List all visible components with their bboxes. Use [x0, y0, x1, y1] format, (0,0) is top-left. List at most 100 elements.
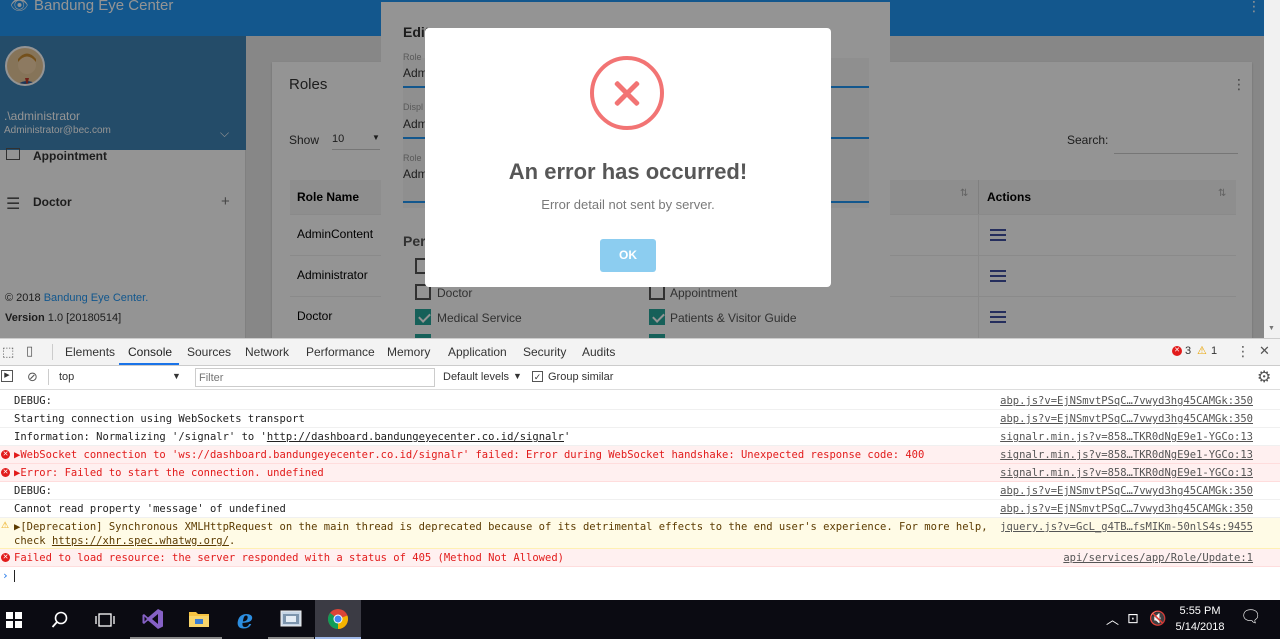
task-view-button[interactable]: [82, 600, 128, 639]
source-link[interactable]: api/services/app/Role/Update:1: [1063, 552, 1253, 564]
console-line: DEBUG: abp.js?v=EjNSmvtPSqC…7vwyd3hg45CA…: [0, 482, 1280, 500]
taskbar-chrome[interactable]: [315, 600, 361, 639]
message-text: check: [14, 535, 52, 547]
taskbar-visual-studio[interactable]: [130, 600, 176, 639]
task-view-icon: [95, 612, 115, 627]
caret-down-icon: ▼: [513, 371, 522, 381]
search-icon: [51, 611, 68, 628]
console-message-cont: check https://xhr.spec.whatwg.org/.: [14, 535, 235, 547]
console-message[interactable]: ▶Error: Failed to start the connection. …: [14, 467, 324, 479]
console-message: Cannot read property 'message' of undefi…: [14, 503, 286, 515]
gear-icon[interactable]: ⚙: [1257, 367, 1271, 387]
message-link[interactable]: http://dashboard.bandungeyecenter.co.id/…: [267, 431, 564, 443]
warning-count[interactable]: 1: [1211, 345, 1217, 357]
windows-logo-icon: [6, 611, 22, 628]
group-similar-checkbox[interactable]: ✓: [532, 371, 543, 382]
warning-icon: ⚠: [1, 521, 10, 531]
network-icon[interactable]: ⊡: [1127, 610, 1139, 627]
alert-title: An error has occurred!: [508, 159, 748, 184]
more-vert-icon[interactable]: ⋮: [1236, 343, 1250, 360]
console-message: Information: Normalizing '/signalr' to '…: [14, 431, 570, 443]
warning-icon: ⚠: [1197, 345, 1207, 357]
error-icon: ✕: [1, 553, 10, 562]
console-line: DEBUG: abp.js?v=EjNSmvtPSqC…7vwyd3hg45CA…: [0, 392, 1280, 410]
message-text: .: [228, 535, 236, 547]
taskbar-internet-explorer[interactable]: e: [222, 600, 268, 639]
device-toolbar-icon[interactable]: ▯: [26, 343, 33, 359]
chevron-up-icon[interactable]: ︿: [1106, 609, 1119, 628]
console-error-line: ✕ Failed to load resource: the server re…: [0, 549, 1280, 567]
tab-console[interactable]: Console: [128, 345, 172, 359]
tab-performance[interactable]: Performance: [306, 345, 375, 359]
taskbar-file-explorer[interactable]: [176, 600, 222, 639]
tab-sources[interactable]: Sources: [187, 345, 231, 359]
system-clock[interactable]: 5:55 PM 5/14/2018: [1170, 603, 1230, 635]
source-link[interactable]: abp.js?v=EjNSmvtPSqC…7vwyd3hg45CAMGk:350: [1000, 503, 1253, 515]
console-error-line: ✕ ▶WebSocket connection to 'ws://dashboa…: [0, 446, 1280, 464]
clear-console-icon[interactable]: ⊘: [27, 369, 38, 385]
tab-application[interactable]: Application: [448, 345, 507, 359]
caret-down-icon: ▼: [172, 371, 181, 381]
console-line: Information: Normalizing '/signalr' to '…: [0, 428, 1280, 446]
clock-time: 5:55 PM: [1179, 605, 1221, 617]
application-window-icon: [280, 610, 302, 626]
console-message: Starting connection using WebSockets tra…: [14, 413, 305, 425]
inspect-element-icon[interactable]: ⬚: [2, 344, 14, 360]
alert-message: Error detail not sent by server.: [541, 197, 715, 212]
error-x-icon: [590, 56, 664, 130]
page-scrollbar[interactable]: ▼: [1264, 0, 1280, 338]
error-count[interactable]: 3: [1185, 345, 1191, 357]
console-line: Starting connection using WebSockets tra…: [0, 410, 1280, 428]
console-message: Failed to load resource: the server resp…: [14, 552, 564, 564]
source-link[interactable]: signalr.min.js?v=858…TKR0dNgE9e1-YGCo:13: [1000, 449, 1253, 461]
folder-icon: [189, 611, 209, 627]
tab-memory[interactable]: Memory: [387, 345, 430, 359]
tab-elements[interactable]: Elements: [65, 345, 115, 359]
console-prompt[interactable]: ›: [0, 567, 1280, 585]
console-error-line: ✕ ▶Error: Failed to start the connection…: [0, 464, 1280, 482]
prompt-chevron-icon: ›: [2, 569, 9, 582]
source-link[interactable]: abp.js?v=EjNSmvtPSqC…7vwyd3hg45CAMGk:350: [1000, 413, 1253, 425]
group-similar-label: Group similar: [548, 371, 614, 383]
console-filter-input[interactable]: [195, 368, 435, 387]
context-select[interactable]: top: [59, 371, 74, 383]
console-line: Cannot read property 'message' of undefi…: [0, 500, 1280, 518]
source-link[interactable]: jquery.js?v=GcL_g4TB…fsMIKm-50nlS4s:9455: [1000, 521, 1253, 533]
chrome-icon: [327, 608, 349, 629]
ok-button[interactable]: OK: [600, 239, 656, 272]
volume-muted-icon[interactable]: 🔇: [1149, 610, 1166, 627]
source-link[interactable]: abp.js?v=EjNSmvtPSqC…7vwyd3hg45CAMGk:350: [1000, 485, 1253, 497]
error-alert-dialog: An error has occurred! Error detail not …: [425, 28, 831, 287]
console-message[interactable]: ▶[Deprecation] Synchronous XMLHttpReques…: [14, 521, 988, 533]
console-message: DEBUG:: [14, 395, 52, 407]
console-message[interactable]: ▶WebSocket connection to 'ws://dashboard…: [14, 449, 924, 461]
notifications-icon[interactable]: 🗨: [1240, 607, 1262, 627]
close-icon[interactable]: ✕: [1259, 343, 1270, 359]
text-cursor: [14, 570, 15, 582]
active-tab-indicator: [119, 363, 179, 365]
log-levels-select[interactable]: Default levels: [443, 371, 509, 383]
message-text: Information: Normalizing '/signalr' to ': [14, 431, 267, 443]
console-output: DEBUG: abp.js?v=EjNSmvtPSqC…7vwyd3hg45CA…: [0, 390, 1280, 600]
search-button[interactable]: [37, 600, 83, 639]
message-text: ': [564, 431, 571, 443]
console-toolbar: ▶ ⊘ top ▼ Default levels ▼ ✓ Group simil…: [0, 366, 1280, 390]
taskbar-app[interactable]: [268, 600, 314, 639]
source-link[interactable]: abp.js?v=EjNSmvtPSqC…7vwyd3hg45CAMGk:350: [1000, 395, 1253, 407]
console-warning-line: ⚠ ▶[Deprecation] Synchronous XMLHttpRequ…: [0, 518, 1280, 549]
internet-explorer-icon: e: [236, 604, 254, 635]
sidebar-toggle-icon[interactable]: ▶: [1, 370, 13, 382]
source-link[interactable]: signalr.min.js?v=858…TKR0dNgE9e1-YGCo:13: [1000, 467, 1253, 479]
devtools-tab-bar: ⬚ ▯ Elements Console Sources Network Per…: [0, 338, 1280, 366]
start-button[interactable]: [0, 600, 37, 639]
error-icon: ✕: [1, 450, 10, 459]
error-count-icon: ✕: [1172, 346, 1182, 356]
clock-date: 5/14/2018: [1175, 621, 1225, 633]
divider: [48, 369, 49, 385]
tab-network[interactable]: Network: [245, 345, 289, 359]
message-link[interactable]: https://xhr.spec.whatwg.org/: [52, 535, 229, 547]
tab-security[interactable]: Security: [523, 345, 566, 359]
scroll-down-icon[interactable]: ▼: [1268, 325, 1275, 332]
source-link[interactable]: signalr.min.js?v=858…TKR0dNgE9e1-YGCo:13: [1000, 431, 1253, 443]
tab-audits[interactable]: Audits: [582, 345, 615, 359]
